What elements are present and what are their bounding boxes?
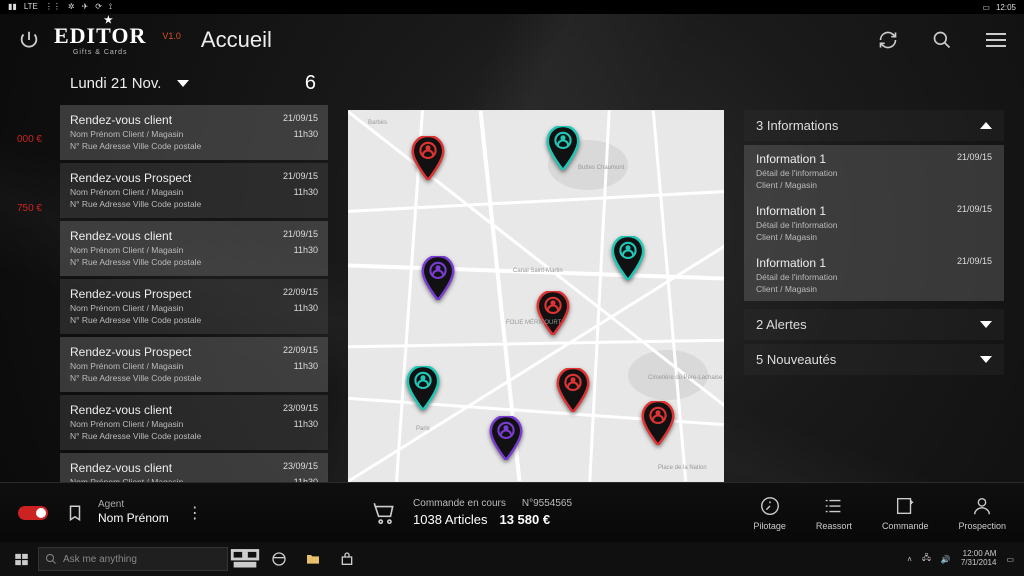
map-label: Buttes Chaumont [578,165,624,171]
map-label: Paris [416,426,430,432]
date-label: Lundi 21 Nov. [70,75,161,92]
appointments-column: Lundi 21 Nov. 6 Rendez-vous clientNom Pr… [60,66,328,482]
tray-volume-icon[interactable]: 🔊 [941,555,951,564]
bluetooth-icon: ✲ [68,2,75,12]
edge-icon[interactable] [262,542,296,576]
map-view[interactable]: Paris Canal Saint-Martin Barbès Cimetière d… [348,110,724,482]
section-informations[interactable]: 3 Informations [744,110,1004,141]
appointment-card[interactable]: Rendez-vous clientNom Prénom Client / Ma… [60,105,328,160]
cart-icon [371,500,397,526]
notifications-icon[interactable]: ▭ [1006,555,1014,564]
power-icon[interactable] [18,29,40,51]
more-icon[interactable]: ⋮ [187,503,204,523]
search-icon[interactable] [932,30,952,50]
chevron-down-icon [980,356,992,363]
record-toggle[interactable] [18,506,48,520]
signal-icon: ▮▮ [8,2,17,12]
agent-block[interactable]: Agent Nom Prénom [98,499,169,525]
app-header: EDITOR Gifts & Cards V1.0 Accueil [0,14,1024,66]
date-selector[interactable]: Lundi 21 Nov. 6 [60,66,328,105]
action-commande[interactable]: Commande [882,495,929,531]
action-pilotage[interactable]: Pilotage [753,495,786,531]
start-button[interactable] [4,542,38,576]
store-icon[interactable] [330,542,364,576]
taskbar-clock[interactable]: 12:00 AM 7/31/2014 [961,550,997,568]
map-label: Barbès [368,120,387,126]
map-pin[interactable] [406,366,440,410]
information-card[interactable]: Information 1Détail de l'informationClie… [744,197,1004,249]
map-pin[interactable] [536,291,570,335]
sync-icon: ⟳ [95,2,102,12]
chevron-down-icon [980,321,992,328]
chevron-down-icon [177,80,189,87]
explorer-icon[interactable] [296,542,330,576]
bookmark-icon[interactable] [66,502,84,524]
section-alertes[interactable]: 2 Alertes [744,309,1004,340]
map-pin[interactable] [641,401,675,445]
action-prospection[interactable]: Prospection [958,495,1006,531]
appointment-card[interactable]: Rendez-vous ProspectNom Prénom Client / … [60,163,328,218]
page-title: Accueil [201,27,272,53]
map-pin[interactable] [546,126,580,170]
information-card[interactable]: Information 1Détail de l'informationClie… [744,249,1004,301]
appointment-card[interactable]: Rendez-vous clientNom Prénom Client / Ma… [60,395,328,450]
map-pin[interactable] [411,136,445,180]
map-pin[interactable] [489,416,523,460]
appointment-list: Rendez-vous clientNom Prénom Client / Ma… [60,105,328,482]
taskbar-search[interactable]: Ask me anything [38,547,228,571]
appointment-card[interactable]: Rendez-vous clientNom Prénom Client / Ma… [60,221,328,276]
map-pin[interactable] [611,236,645,280]
map-label: Cimetière du Père-Lachaise [648,375,722,381]
app-footer: Agent Nom Prénom ⋮ Commande en cours N°9… [0,482,1024,542]
battery-icon: ▭ [982,3,990,12]
map-label: Canal Saint-Martin [513,268,563,274]
status-clock: 12:05 [996,3,1016,12]
order-total: 13 580 € [499,512,550,527]
tray-up-icon[interactable]: ˄ [907,555,912,564]
order-label: Commande en cours [413,498,506,509]
appointment-card[interactable]: Rendez-vous ProspectNom Prénom Client / … [60,337,328,392]
order-articles: 1038 Articles [413,512,487,527]
appointment-card[interactable]: Rendez-vous clientNom Prénom Client / Ma… [60,453,328,482]
tray-network-icon[interactable]: 🖧 [922,552,931,566]
map-label: Place de la Nation [658,465,707,471]
brand-logo: EDITOR Gifts & Cards [54,25,146,56]
refresh-icon[interactable] [878,30,898,50]
chevron-up-icon [980,122,992,129]
order-number: N°9554565 [522,498,572,509]
menu-icon[interactable] [986,33,1006,47]
left-summary: 000 € 750 € [0,134,42,272]
windows-taskbar: Ask me anything ˄ 🖧 🔊 12:00 AM 7/31/2014… [0,542,1024,576]
order-summary[interactable]: Commande en cours N°9554565 1038 Article… [371,498,572,527]
airplane-icon: ✈ [82,2,89,12]
map-panel: Paris Canal Saint-Martin Barbès Cimetière d… [348,110,724,482]
wifi-icon: ⋮⋮ [45,2,61,12]
map-pin[interactable] [421,256,455,300]
section-nouveautes[interactable]: 5 Nouveautés [744,344,1004,375]
map-pin[interactable] [556,368,590,412]
task-view-icon[interactable] [228,542,262,576]
info-column: 3 Informations Information 1Détail de l'… [744,110,1004,482]
version-label: V1.0 [162,31,181,41]
network-label: LTE [24,2,38,12]
device-status-bar: ▮▮ LTE ⋮⋮ ✲ ✈ ⟳ ⟟ ▭ 12:05 [0,0,1024,14]
action-reassort[interactable]: Reassort [816,495,852,531]
information-card[interactable]: Information 1Détail de l'informationClie… [744,145,1004,197]
map-label: FOLIE MÉRICOURT [506,320,561,326]
appointment-count: 6 [305,72,316,95]
appointment-card[interactable]: Rendez-vous ProspectNom Prénom Client / … [60,279,328,334]
location-icon: ⟟ [109,2,112,12]
